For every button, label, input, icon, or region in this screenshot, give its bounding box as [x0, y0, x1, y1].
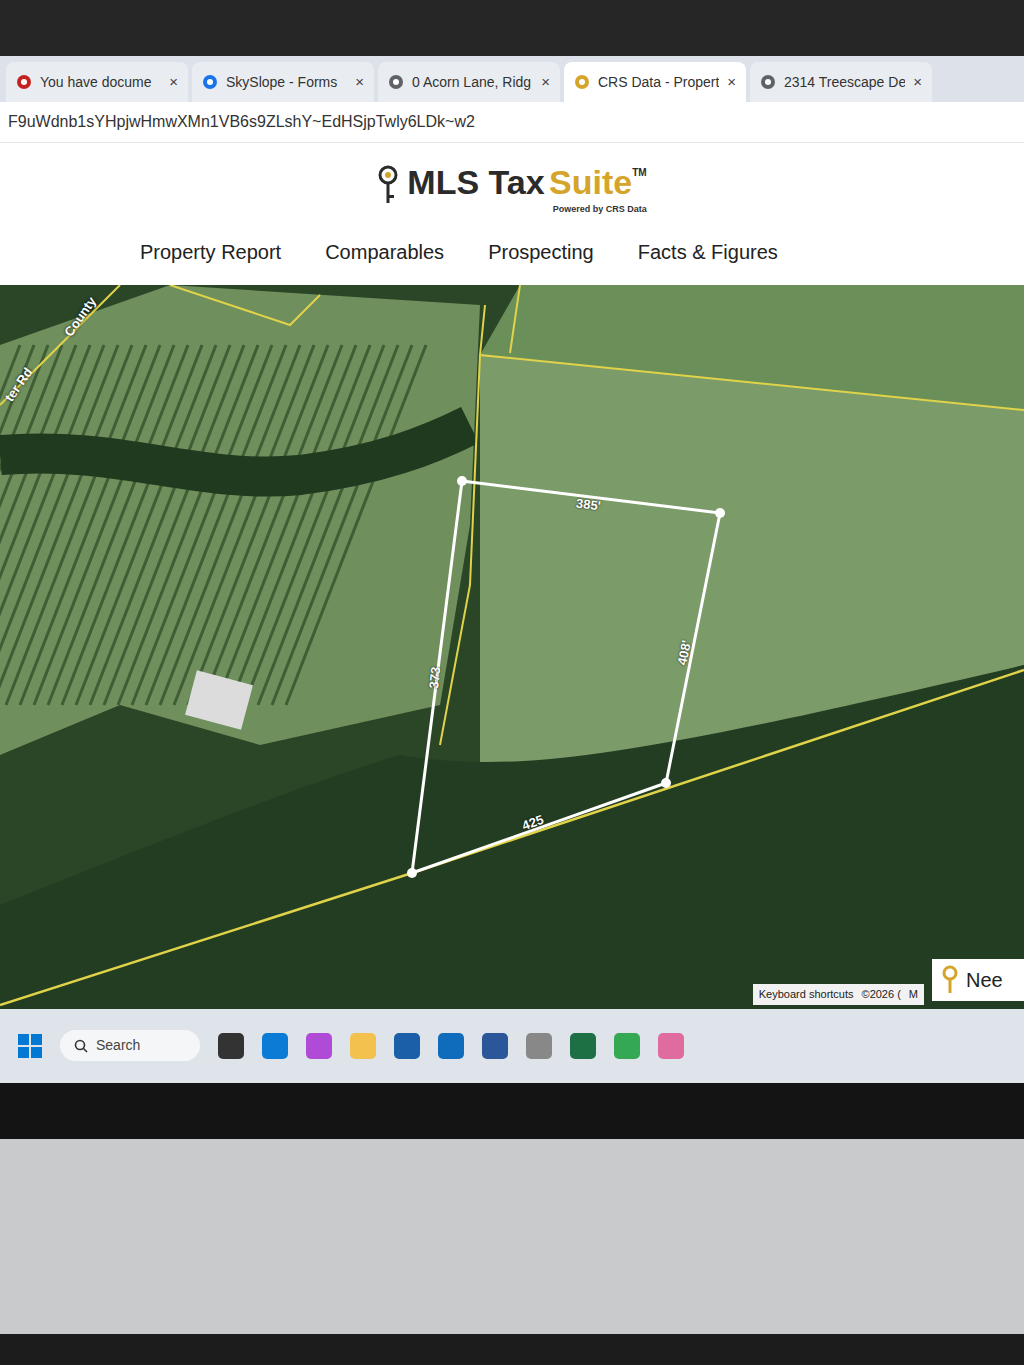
edge-icon[interactable] [262, 1033, 288, 1059]
tab-label[interactable]: 2314 Treescape De [784, 72, 905, 93]
tab-label[interactable]: You have docume [40, 72, 161, 93]
tab-label[interactable]: 0 Acorn Lane, Ridg [412, 72, 533, 93]
tab-label[interactable]: SkySlope - Forms [226, 72, 347, 93]
dimension-label: 385' [575, 493, 602, 515]
key-logo-icon [377, 165, 399, 205]
file-explorer-icon[interactable] [218, 1033, 244, 1059]
search-icon [74, 1039, 88, 1053]
taskbar: Search [0, 1009, 1024, 1083]
favicon-icon [760, 74, 776, 90]
url-text[interactable]: F9uWdnb1sYHpjwHmwXMn1VB6s9ZLshY~EdHSjpTw… [8, 113, 475, 130]
logo-accent: Suite [549, 163, 632, 201]
outlook-icon[interactable] [438, 1033, 464, 1059]
logo[interactable]: MLS Tax SuiteTM Powered by CRS Data [377, 165, 646, 217]
browser-tab[interactable]: SkySlope - Forms × [192, 62, 374, 102]
dell-icon[interactable] [394, 1033, 420, 1059]
parcel-map[interactable]: Countyter Rd385'408'425373Keyboard short… [0, 285, 1024, 1009]
photos-icon[interactable] [658, 1033, 684, 1059]
dimension-label: 373 [424, 665, 446, 689]
browser-tab[interactable]: 0 Acorn Lane, Ridg × [378, 62, 560, 102]
favicon-icon [202, 74, 218, 90]
attribution-text: ©2026 ( [862, 986, 901, 1003]
folder-icon[interactable] [350, 1033, 376, 1059]
nav-item[interactable]: Prospecting [488, 237, 594, 267]
logo-main: MLS Tax [407, 163, 544, 201]
chat-label[interactable]: Nee [966, 965, 1003, 995]
browser-tab[interactable]: CRS Data - Propert × [564, 62, 746, 102]
chat-button[interactable]: Nee [932, 959, 1024, 1001]
tab-close[interactable]: × [169, 71, 178, 94]
word-icon[interactable] [482, 1033, 508, 1059]
taskbar-search[interactable]: Search [60, 1030, 200, 1061]
address-bar[interactable]: F9uWdnb1sYHpjwHmwXMn1VB6s9ZLshY~EdHSjpTw… [0, 102, 1024, 143]
windows-start-icon[interactable] [18, 1034, 42, 1058]
app-header: MLS Tax SuiteTM Powered by CRS Data [0, 143, 1024, 225]
nav-item[interactable]: Comparables [325, 237, 444, 267]
snipping-icon[interactable] [526, 1033, 552, 1059]
aerial-map [0, 285, 1024, 1009]
key-icon [940, 965, 960, 995]
logo-tm: TM [632, 167, 646, 178]
laptop-bezel [0, 0, 1024, 56]
logo-tagline: Powered by CRS Data [407, 203, 646, 217]
attribution-text[interactable]: Keyboard shortcuts [759, 986, 854, 1003]
tab-close[interactable]: × [913, 71, 922, 94]
tab-close[interactable]: × [355, 71, 364, 94]
tab-close[interactable]: × [727, 71, 736, 94]
nav-item[interactable]: Property Report [140, 237, 281, 267]
attribution-text: M [909, 986, 918, 1003]
favicon-icon [388, 74, 404, 90]
app-nav: Property Report Comparables Prospecting Fac… [0, 225, 1024, 285]
tab-close[interactable]: × [541, 71, 550, 94]
logo-text: MLS Tax SuiteTM Powered by CRS Data [407, 165, 646, 217]
favicon-icon [574, 74, 590, 90]
copilot-icon[interactable] [306, 1033, 332, 1059]
drive-icon[interactable] [614, 1033, 640, 1059]
favicon-icon [16, 74, 32, 90]
logo-title: MLS Tax SuiteTM [407, 165, 646, 201]
search-label[interactable]: Search [96, 1035, 140, 1056]
browser-tab[interactable]: You have docume × [6, 62, 188, 102]
nav-item[interactable]: Facts & Figures [638, 237, 778, 267]
desk-surface [0, 1139, 1024, 1334]
laptop-bezel-bottom [0, 1083, 1024, 1139]
browser-tab[interactable]: 2314 Treescape De × [750, 62, 932, 102]
tab-strip: You have docume×SkySlope - Forms×0 Acorn… [0, 56, 1024, 102]
map-attribution: Keyboard shortcuts ©2026 ( M [753, 984, 924, 1005]
excel-icon[interactable] [570, 1033, 596, 1059]
tab-label[interactable]: CRS Data - Propert [598, 72, 719, 93]
